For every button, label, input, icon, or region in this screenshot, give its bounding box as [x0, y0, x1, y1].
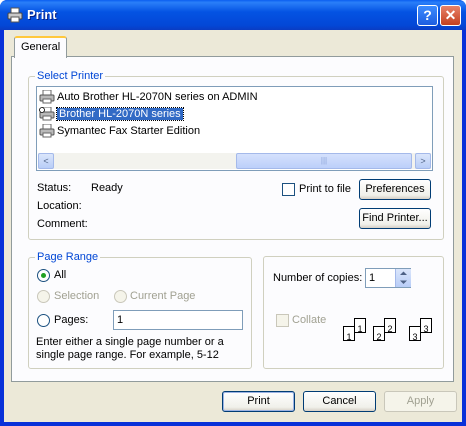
selection-radio[interactable]	[37, 290, 50, 303]
printer-name: Symantec Fax Starter Edition	[57, 125, 201, 137]
printer-item[interactable]: Symantec Fax Starter Edition	[39, 123, 200, 140]
collate-page-icon: 1	[343, 326, 355, 342]
print-button[interactable]: Print	[222, 391, 295, 412]
cancel-button[interactable]: Cancel	[303, 391, 376, 412]
question-icon: ?	[423, 7, 432, 23]
printer-name: Brother HL-2070N series	[56, 107, 184, 121]
scroll-left-icon[interactable]: <	[38, 153, 54, 169]
printer-item[interactable]: Auto Brother HL-2070N series on ADMIN	[39, 89, 258, 106]
current-page-label[interactable]: Current Page	[130, 290, 195, 302]
copies-spinner[interactable]	[395, 269, 411, 287]
fax-printer-icon	[39, 124, 55, 138]
scroll-thumb[interactable]: |||	[236, 153, 412, 169]
printer-icon	[7, 7, 23, 23]
collate-page-icon: 3	[420, 318, 432, 334]
radio-selected-icon	[41, 273, 46, 278]
default-printer-icon	[39, 107, 55, 121]
collate-page-icon: 3	[409, 326, 421, 342]
title-bar[interactable]: Print ? ✕	[0, 0, 466, 30]
network-printer-icon	[39, 90, 55, 104]
collate-page-icon: 2	[373, 326, 385, 342]
status-label: Status:	[37, 182, 72, 194]
select-printer-legend: Select Printer	[37, 70, 104, 82]
number-of-copies-label: Number of copies:	[273, 272, 363, 284]
collate-illustration: 1 1 2 2 3 3	[340, 318, 440, 348]
location-label: Location:	[37, 200, 82, 212]
print-to-file-checkbox[interactable]	[282, 183, 295, 196]
printer-item-selected[interactable]: Brother HL-2070N series	[39, 106, 184, 123]
apply-button[interactable]: Apply	[384, 391, 457, 412]
pages-radio[interactable]	[37, 314, 50, 327]
spin-up-icon[interactable]	[396, 269, 411, 278]
preferences-button[interactable]: Preferences	[359, 179, 431, 200]
all-radio[interactable]	[37, 269, 50, 282]
page-range-legend: Page Range	[37, 251, 99, 263]
window-title: Print	[27, 7, 57, 22]
spin-down-icon[interactable]	[396, 278, 411, 287]
scroll-right-icon[interactable]: >	[415, 153, 431, 169]
current-page-radio[interactable]	[114, 290, 127, 303]
status-value: Ready	[91, 182, 123, 194]
print-to-file-label[interactable]: Print to file	[299, 183, 351, 195]
close-button[interactable]: ✕	[440, 5, 461, 26]
help-button[interactable]: ?	[417, 5, 438, 26]
all-label[interactable]: All	[54, 269, 66, 281]
pages-label[interactable]: Pages:	[54, 314, 88, 326]
tab-general[interactable]: General	[14, 36, 68, 58]
pages-input[interactable]: 1	[113, 310, 243, 330]
collate-checkbox[interactable]	[276, 314, 289, 327]
comment-label: Comment:	[37, 218, 88, 230]
close-icon: ✕	[444, 7, 457, 23]
find-printer-button[interactable]: Find Printer...	[359, 208, 431, 229]
collate-page-icon: 1	[354, 318, 366, 334]
printer-name: Auto Brother HL-2070N series on ADMIN	[57, 91, 258, 103]
printer-list[interactable]: Auto Brother HL-2070N series on ADMIN Br…	[36, 86, 433, 171]
horizontal-scrollbar[interactable]: < ||| >	[38, 153, 431, 169]
collate-page-icon: 2	[384, 318, 396, 334]
collate-label[interactable]: Collate	[292, 314, 326, 326]
page-range-hint: Enter either a single page number or a s…	[36, 336, 224, 361]
selection-label[interactable]: Selection	[54, 290, 99, 302]
